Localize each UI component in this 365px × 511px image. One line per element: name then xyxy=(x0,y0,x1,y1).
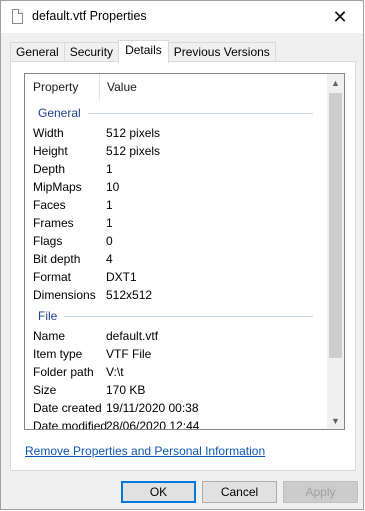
vertical-scrollbar[interactable]: ▲ ▼ xyxy=(327,74,344,429)
tab-details[interactable]: Details xyxy=(118,40,169,63)
scroll-up-button[interactable]: ▲ xyxy=(327,74,344,91)
property-row[interactable]: Format DXT1 xyxy=(25,268,325,286)
close-icon: ✕ xyxy=(332,6,348,27)
chevron-up-icon: ▲ xyxy=(331,77,340,88)
tab-previous-versions[interactable]: Previous Versions xyxy=(167,42,276,62)
property-row[interactable]: Bit depth 4 xyxy=(25,250,325,268)
list-header: Property Value xyxy=(25,74,325,101)
properties-dialog: default.vtf Properties ✕ General Securit… xyxy=(0,0,364,510)
group-header: General xyxy=(25,101,325,124)
cancel-label: Cancel xyxy=(220,485,259,499)
property-row[interactable]: Folder path V:\t xyxy=(25,363,325,381)
property-row[interactable]: MipMaps 10 xyxy=(25,178,325,196)
apply-label: Apply xyxy=(305,485,336,499)
property-value: 1 xyxy=(106,216,113,230)
group-header: File xyxy=(25,304,325,327)
cancel-button[interactable]: Cancel xyxy=(202,481,277,503)
property-name: Width xyxy=(33,126,64,140)
property-value: 512 pixels xyxy=(106,144,161,158)
property-name: Faces xyxy=(33,198,66,212)
property-row[interactable]: Item type VTF File xyxy=(25,345,325,363)
property-row[interactable]: Size 170 KB xyxy=(25,381,325,399)
property-row[interactable]: Name default.vtf xyxy=(25,327,325,345)
property-row[interactable]: Date modified 28/06/2020 12:44 xyxy=(25,417,325,430)
header-value[interactable]: Value xyxy=(100,74,300,101)
property-name: Dimensions xyxy=(33,288,96,302)
property-value: VTF File xyxy=(106,347,152,361)
property-name: MipMaps xyxy=(33,180,82,194)
tab-strip: General Security Details Previous Versio… xyxy=(10,40,276,63)
group-label: File xyxy=(38,309,65,323)
property-row[interactable]: Dimensions 512x512 xyxy=(25,286,325,304)
property-name: Bit depth xyxy=(33,252,81,266)
chevron-down-icon: ▼ xyxy=(331,415,340,426)
property-value: DXT1 xyxy=(106,270,137,284)
property-value: 28/06/2020 12:44 xyxy=(106,419,200,430)
remove-properties-link[interactable]: Remove Properties and Personal Informati… xyxy=(25,444,265,458)
document-icon xyxy=(12,9,23,24)
property-name: Folder path xyxy=(33,365,94,379)
property-name: Flags xyxy=(33,234,63,248)
header-property[interactable]: Property xyxy=(25,74,100,101)
scrollbar-thumb[interactable] xyxy=(329,93,342,358)
title-bar: default.vtf Properties ✕ xyxy=(1,1,363,33)
property-value: 4 xyxy=(106,252,113,266)
property-rows: General Width 512 pixels Height 512 pixels De… xyxy=(25,101,325,430)
property-value: 512x512 xyxy=(106,288,153,302)
ok-label: OK xyxy=(149,485,168,499)
property-name: Item type xyxy=(33,347,83,361)
property-row[interactable]: Flags 0 xyxy=(25,232,325,250)
details-panel: Property Value General Width 512 pixels Hei… xyxy=(10,61,356,471)
details-list[interactable]: Property Value General Width 512 pixels Hei… xyxy=(24,73,345,430)
property-value: default.vtf xyxy=(106,329,159,343)
property-name: Date modified xyxy=(33,419,108,430)
close-button[interactable]: ✕ xyxy=(317,1,363,33)
ok-button[interactable]: OK xyxy=(121,481,196,503)
property-name: Date created xyxy=(33,401,102,415)
property-value: 0 xyxy=(106,234,113,248)
property-row[interactable]: Depth 1 xyxy=(25,160,325,178)
scroll-down-button[interactable]: ▼ xyxy=(327,412,344,429)
property-row[interactable]: Width 512 pixels xyxy=(25,124,325,142)
property-row[interactable]: Faces 1 xyxy=(25,196,325,214)
property-row[interactable]: Frames 1 xyxy=(25,214,325,232)
property-value: 10 xyxy=(106,180,120,194)
group-divider xyxy=(38,316,313,317)
property-name: Depth xyxy=(33,162,66,176)
property-name: Size xyxy=(33,383,57,397)
property-value: 512 pixels xyxy=(106,126,161,140)
tab-general[interactable]: General xyxy=(10,42,65,62)
group-label: General xyxy=(38,106,88,120)
window-title: default.vtf Properties xyxy=(32,9,147,23)
property-value: V:\t xyxy=(106,365,124,379)
property-value: 19/11/2020 00:38 xyxy=(106,401,199,415)
property-value: 1 xyxy=(106,162,113,176)
apply-button[interactable]: Apply xyxy=(283,481,358,503)
property-row[interactable]: Date created 19/11/2020 00:38 xyxy=(25,399,325,417)
tab-security[interactable]: Security xyxy=(63,42,120,62)
property-name: Format xyxy=(33,270,72,284)
property-row[interactable]: Height 512 pixels xyxy=(25,142,325,160)
property-name: Name xyxy=(33,329,66,343)
property-value: 170 KB xyxy=(106,383,146,397)
property-name: Height xyxy=(33,144,68,158)
property-name: Frames xyxy=(33,216,74,230)
property-value: 1 xyxy=(106,198,113,212)
